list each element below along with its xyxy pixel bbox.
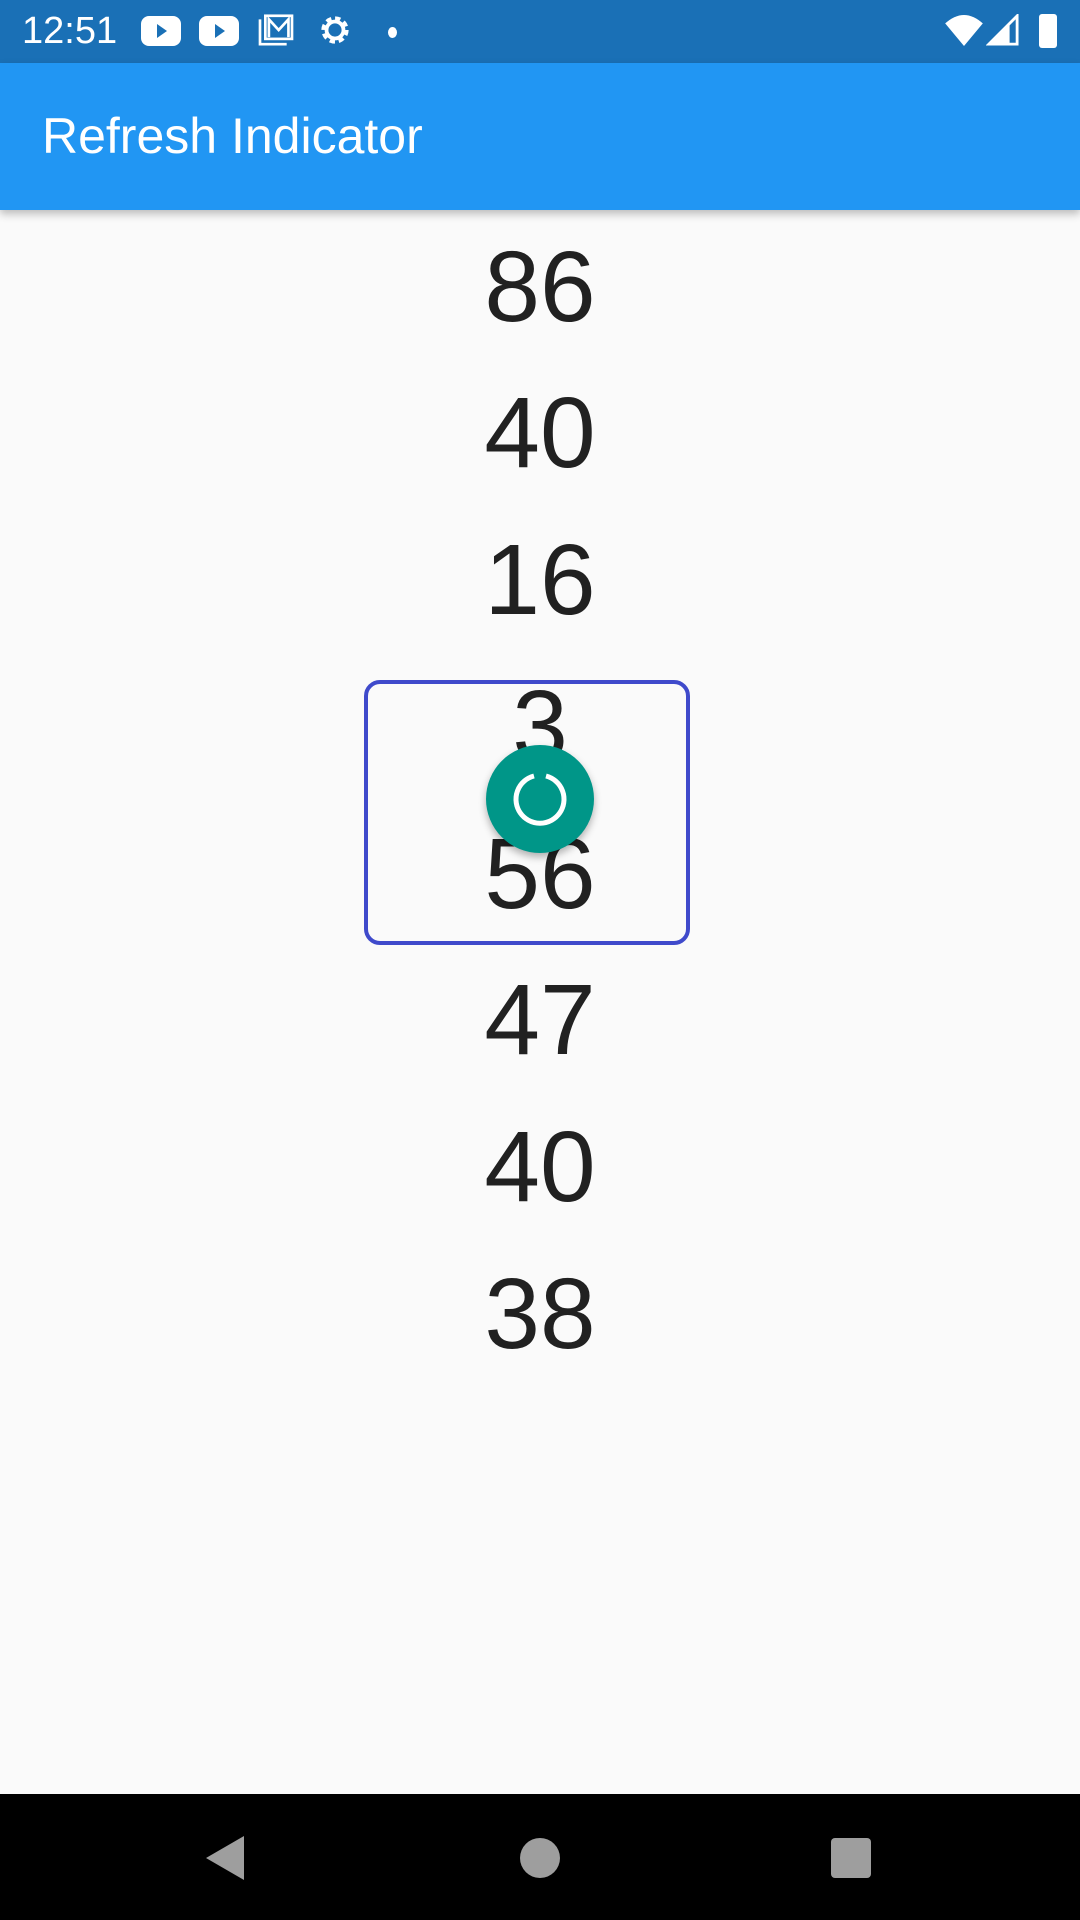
list-item: 38: [484, 1258, 596, 1370]
wifi-icon: [945, 14, 983, 46]
list-item: 16: [484, 524, 596, 636]
list-item: 86: [484, 231, 596, 343]
progress-spinner-icon: [513, 773, 567, 826]
list-item: 40: [484, 377, 596, 489]
home-icon[interactable]: [520, 1838, 560, 1878]
gmail-icon: [258, 14, 294, 46]
status-time: 12:51: [22, 10, 118, 52]
youtube-icon: [141, 16, 181, 46]
refresh-indicator: [486, 745, 594, 853]
recents-icon[interactable]: [831, 1838, 871, 1878]
back-icon[interactable]: [206, 1836, 244, 1880]
list-item: 40: [484, 1111, 596, 1223]
signal-icon: [986, 14, 1019, 46]
app-bar: Refresh Indicator: [0, 63, 1080, 210]
battery-icon: [1039, 14, 1057, 48]
dot-icon: [388, 27, 397, 38]
status-bar: 12:51: [0, 0, 1080, 63]
settings-icon: [321, 16, 349, 44]
youtube-icon: [199, 16, 239, 46]
app-title: Refresh Indicator: [42, 108, 423, 164]
list-item: 47: [484, 964, 596, 1076]
